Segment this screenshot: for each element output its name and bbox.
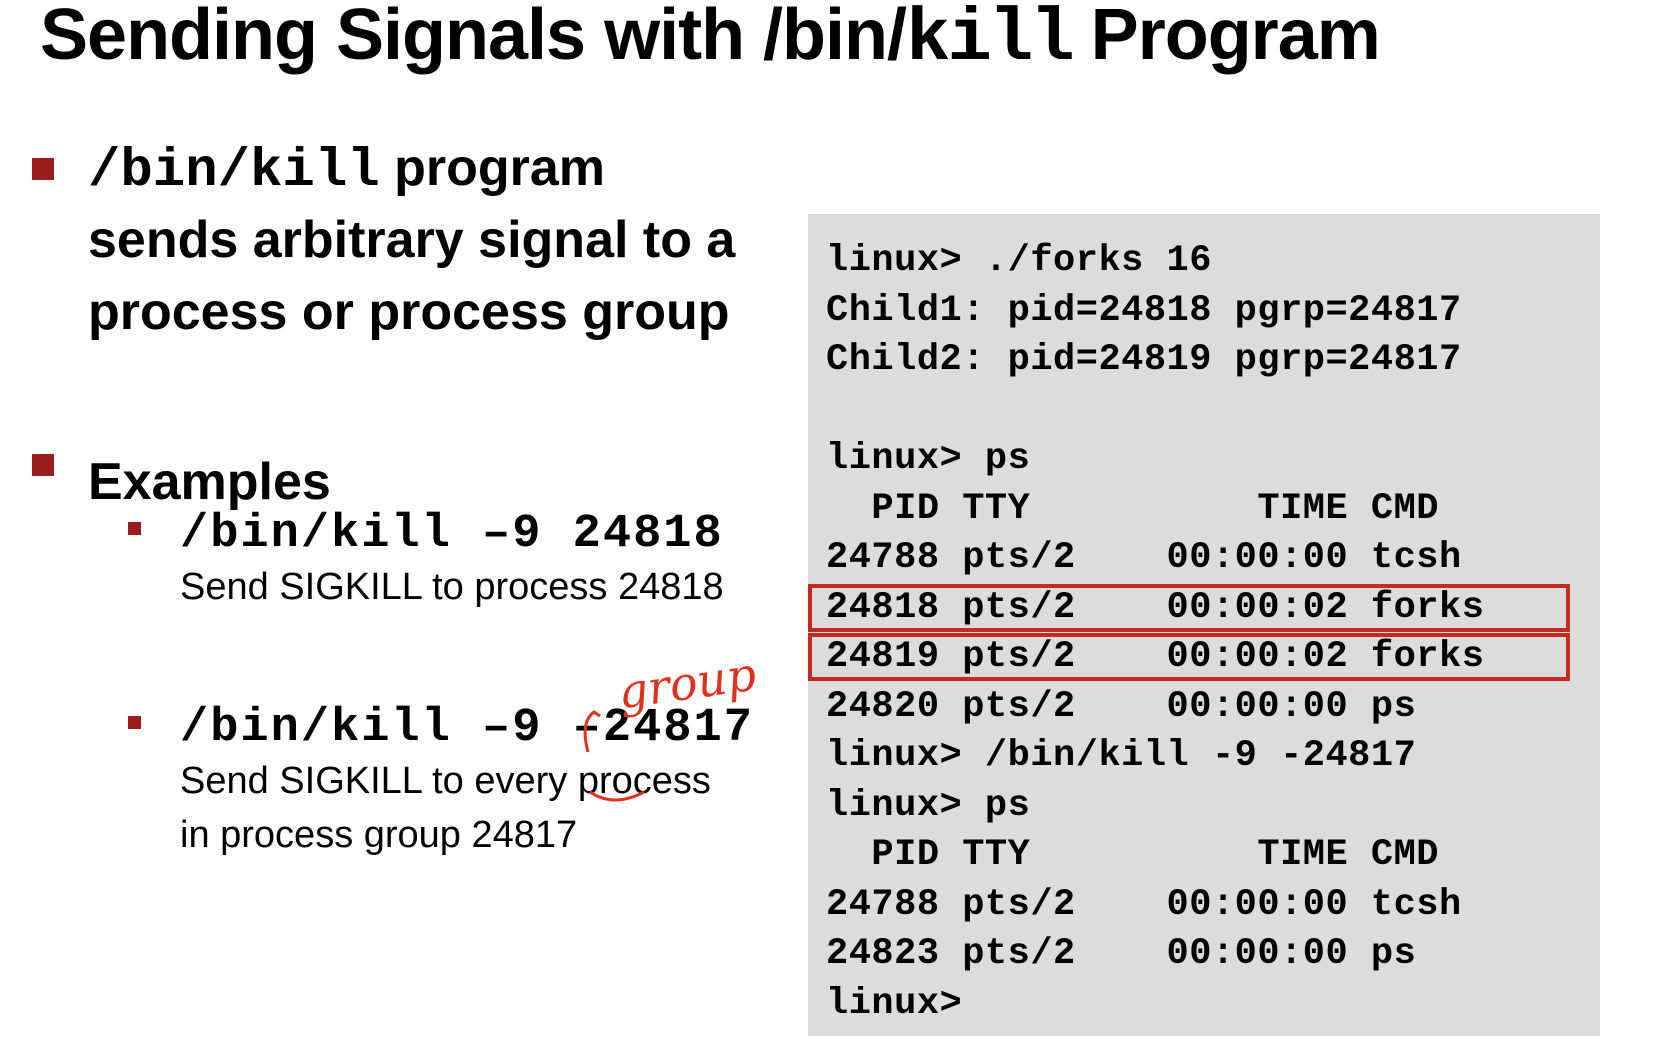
terminal-line: linux> ps	[826, 438, 1031, 480]
terminal-line: linux> /bin/kill -9 -24817	[826, 735, 1417, 777]
terminal-line: Child1: pid=24818 pgrp=24817	[826, 289, 1462, 332]
bullet1-code: /bin/kill	[88, 141, 380, 202]
terminal-line: PID TTY TIME CMD	[826, 487, 1439, 530]
title-code: kill	[906, 0, 1075, 82]
example1-command: /bin/kill –9 24818	[180, 508, 724, 561]
title-suffix: Program	[1071, 0, 1381, 75]
examples-heading: Examples	[88, 453, 331, 511]
slide-title: Sending Signals with /bin/kill Program	[40, 0, 1381, 82]
terminal-line: Child2: pid=24819 pgrp=24817	[826, 339, 1462, 381]
bullet1-line2: sends arbitrary signal to a	[88, 211, 736, 269]
terminal-line: 24820 pts/2 00:00:00 ps	[826, 685, 1417, 728]
terminal-line: linux> ps	[826, 784, 1031, 827]
terminal-line: linux>	[826, 982, 963, 1025]
example2-command-prefix: /bin/kill –9	[180, 702, 573, 755]
bullet1-text: program	[379, 139, 606, 197]
terminal-line: 24788 pts/2 00:00:00 tcsh	[826, 537, 1462, 579]
bullet-square-icon	[32, 158, 54, 180]
terminal-line: 24823 pts/2 00:00:00 ps	[826, 933, 1417, 975]
example1-desc: Send SIGKILL to process 24818	[180, 566, 724, 608]
sub-bullet-square-icon	[128, 522, 141, 535]
highlight-box	[808, 633, 1570, 681]
terminal-line: 24788 pts/2 00:00:00 tcsh	[826, 883, 1462, 926]
bullet1-line3: process or process group	[88, 283, 730, 341]
terminal-line: linux> ./forks 16	[826, 240, 1212, 282]
bullet-square-icon	[32, 454, 54, 476]
example2-desc-line2: in process group 24817	[180, 814, 578, 856]
title-prefix: Sending Signals with /bin/	[40, 0, 907, 75]
example2-desc-line1: Send SIGKILL to every process	[180, 760, 711, 802]
sub-bullet-square-icon	[128, 716, 141, 729]
highlight-box	[808, 583, 1570, 632]
bullet1-line1: /bin/kill program	[88, 138, 605, 202]
terminal-line: PID TTY TIME CMD	[826, 834, 1439, 876]
